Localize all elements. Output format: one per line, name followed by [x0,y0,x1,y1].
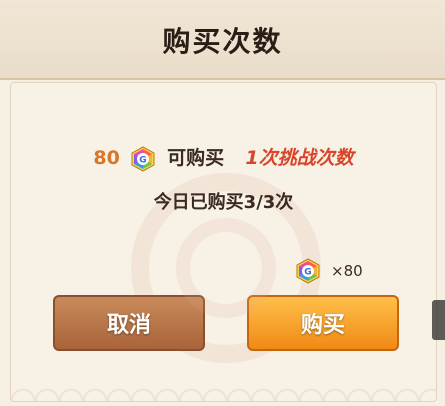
rainbow-gem-icon: G [295,258,321,284]
today-purchased-text: 今日已购买3/3次 [153,192,294,213]
svg-text:G: G [304,268,311,278]
dialog-title: 购买次数 [162,25,283,58]
side-decoration [432,300,445,340]
rainbow-gem-icon: G [130,145,156,172]
buy-price-indicator: G ×80 [291,258,363,284]
svg-text:G: G [140,155,147,165]
dialog-body: 80 G 可购买 1次挑战次数 今日已购买3/3次 G ×80 取消 购买 [10,82,437,402]
purchase-info-line: 80 G 可购买 1次挑战次数 [11,143,436,172]
dialog-header: 购买次数 [0,0,445,80]
purchase-count-dialog: 购买次数 80 G 可购买 1次挑战次数 今日已购买3/3次 G ×80 取消 … [0,0,445,406]
buy-button[interactable]: 购买 [247,295,399,351]
cost-amount: 80 [93,147,120,169]
wave-decoration [11,375,436,401]
price-multiplier: ×80 [331,262,363,280]
cancel-button-label: 取消 [106,313,151,338]
can-buy-label: 可购买 [167,147,225,169]
cancel-button[interactable]: 取消 [53,295,205,351]
buy-button-label: 购买 [300,313,345,338]
reward-text: 1次挑战次数 [245,147,354,169]
